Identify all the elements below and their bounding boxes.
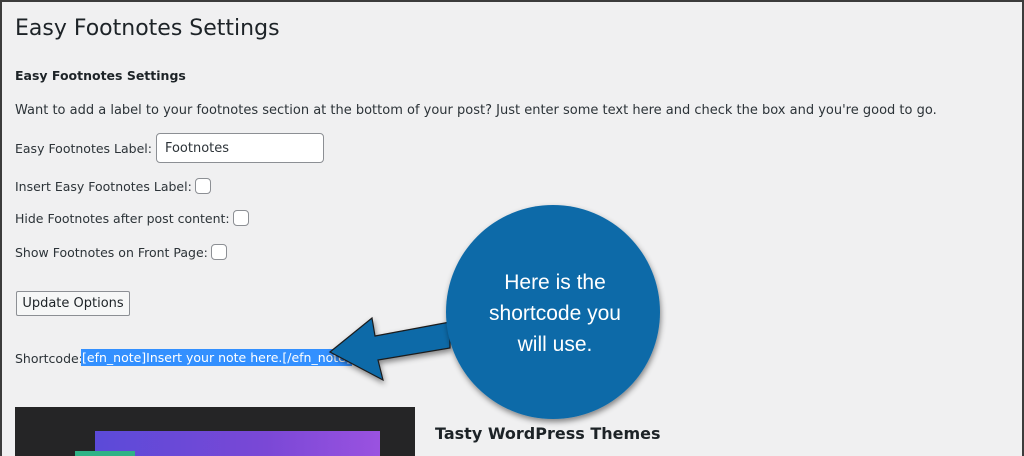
callout-arrow-icon (328, 316, 451, 382)
callout-line-1: Here is the (504, 271, 606, 294)
callout-text: Here is the shortcode you will use. (455, 267, 655, 360)
callout-graphic (328, 205, 660, 419)
callout-line-2: shortcode you (489, 302, 621, 325)
callout-line-3: will use. (517, 333, 593, 356)
